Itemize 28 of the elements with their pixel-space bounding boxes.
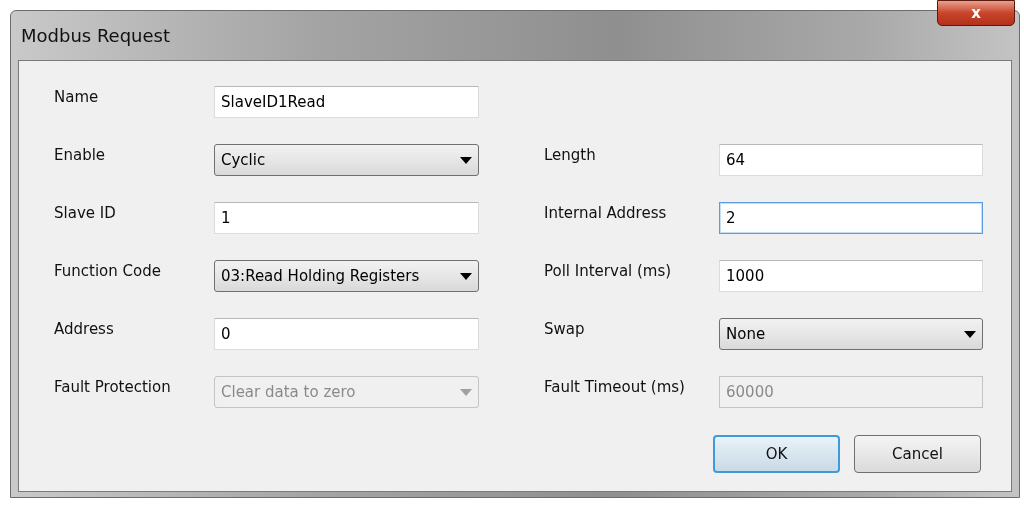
caret-icon bbox=[964, 330, 976, 338]
field-label: Fault Protection bbox=[54, 377, 172, 396]
caret-icon bbox=[460, 388, 472, 396]
field-label: Poll Interval (ms) bbox=[544, 261, 673, 280]
field-label: Swap bbox=[544, 319, 586, 338]
field-label: Function Code bbox=[54, 261, 162, 280]
field-label: Name bbox=[54, 87, 100, 106]
field-label: Internal Address bbox=[544, 203, 668, 222]
window-title: Modbus Request bbox=[21, 25, 171, 46]
input-field[interactable]: SlaveID1Read bbox=[214, 86, 479, 118]
input-field[interactable]: 0 bbox=[214, 318, 479, 350]
close-button[interactable]: x bbox=[937, 0, 1015, 26]
field-label: Address bbox=[54, 319, 115, 338]
input-field[interactable]: 1 bbox=[214, 202, 479, 234]
dialog-button[interactable]: OK bbox=[713, 435, 840, 473]
field-label: Fault Timeout (ms) bbox=[544, 377, 686, 396]
field-label: Length bbox=[544, 145, 597, 164]
dropdown[interactable]: 03:Read Holding Registers bbox=[214, 260, 479, 292]
caret-icon bbox=[460, 272, 472, 280]
caret-icon bbox=[460, 156, 472, 164]
input-field[interactable]: 1000 bbox=[719, 260, 983, 292]
dialog-button[interactable]: Cancel bbox=[854, 435, 981, 473]
dropdown[interactable]: None bbox=[719, 318, 983, 350]
input-field[interactable]: 64 bbox=[719, 144, 983, 176]
input-field[interactable]: 2 bbox=[719, 202, 983, 234]
field-label: Slave ID bbox=[54, 203, 117, 222]
dropdown[interactable]: Cyclic bbox=[214, 144, 479, 176]
field-label: Enable bbox=[54, 145, 107, 164]
